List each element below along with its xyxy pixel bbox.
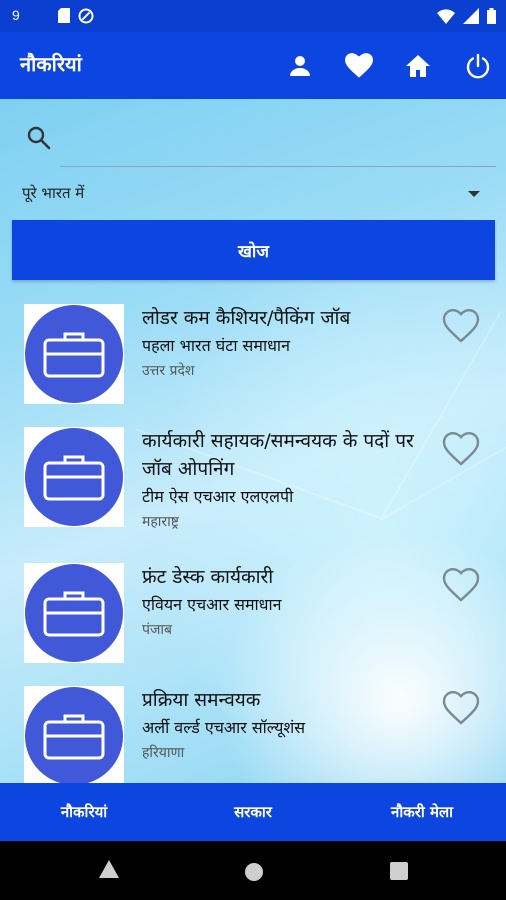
job-thumbnail: [24, 686, 124, 783]
job-location: हरियाणा: [142, 745, 185, 761]
briefcase-icon: [43, 455, 105, 501]
tab-jobs[interactable]: नौकरियां: [0, 783, 168, 841]
favorite-heart-icon[interactable]: [442, 567, 480, 603]
sd-card-icon: [58, 8, 70, 28]
search-button[interactable]: खोज: [12, 220, 495, 280]
app-title: नौकरियां: [20, 52, 82, 76]
home-button-icon[interactable]: [244, 862, 264, 886]
back-icon[interactable]: [98, 859, 120, 883]
system-nav-bar: [0, 841, 506, 900]
job-thumbnail: [24, 427, 124, 527]
search-icon: [26, 125, 52, 151]
favorite-heart-icon[interactable]: [442, 308, 480, 344]
job-company: एवियन एचआर समाधान: [142, 595, 282, 614]
job-list-item[interactable]: फ्रंट डेस्क कार्यकारी एवियन एचआर समाधान …: [24, 563, 494, 673]
job-list-item[interactable]: प्रक्रिया समन्वयक अर्ली वर्ल्ड एचआर सॉल्…: [24, 686, 494, 783]
tab-government[interactable]: सरकार: [168, 783, 338, 841]
bottom-nav: नौकरियां सरकार नौकरी मेला: [0, 783, 506, 841]
app-bar: नौकरियां: [0, 32, 506, 99]
job-list-item[interactable]: लोडर कम कैशियर/पैकिंग जॉब पहला भारत घंटा…: [24, 304, 494, 414]
cellular-icon: [463, 8, 479, 28]
briefcase-icon: [43, 714, 105, 760]
job-title: लोडर कम कैशियर/पैकिंग जॉब: [142, 307, 351, 329]
job-title: प्रक्रिया समन्वयक: [142, 689, 261, 711]
favorite-heart-icon[interactable]: [442, 690, 480, 726]
wifi-icon: [437, 8, 455, 28]
location-selected-value: पूरे भारत में: [22, 184, 85, 202]
main-content: पूरे भारत में खोज लोडर कम कैशियर/पैकिंग …: [0, 99, 506, 783]
job-location: पंजाब: [142, 622, 172, 638]
home-icon[interactable]: [404, 52, 432, 80]
job-company: पहला भारत घंटा समाधान: [142, 336, 290, 355]
job-company: टीम ऐस एचआर एलएलपी: [142, 487, 294, 506]
status-bar: 9: [0, 0, 506, 32]
battery-icon: [487, 8, 496, 28]
job-company: अर्ली वर्ल्ड एचआर सॉल्यूशंस: [142, 718, 306, 737]
briefcase-icon: [43, 332, 105, 378]
job-list-item[interactable]: कार्यकारी सहायक/समन्वयक के पदों पर जॉब ओ…: [24, 427, 494, 547]
favorites-heart-icon[interactable]: [345, 52, 373, 80]
job-location: उत्तर प्रदेश: [142, 363, 195, 379]
job-thumbnail: [24, 563, 124, 663]
job-title: कार्यकारी सहायक/समन्वयक के पदों पर जॉब ओ…: [142, 430, 414, 480]
job-thumbnail: [24, 304, 124, 404]
recents-icon[interactable]: [390, 862, 408, 884]
briefcase-icon: [43, 591, 105, 637]
dropdown-arrow-icon: [468, 191, 480, 197]
profile-icon[interactable]: [286, 52, 314, 80]
job-location: महाराष्ट्र: [142, 514, 179, 530]
location-dropdown[interactable]: पूरे भारत में: [22, 181, 480, 211]
favorite-heart-icon[interactable]: [442, 431, 480, 467]
search-input[interactable]: [60, 119, 496, 167]
job-title: फ्रंट डेस्क कार्यकारी: [142, 566, 274, 588]
power-icon[interactable]: [464, 52, 492, 80]
do-not-disturb-icon: [78, 8, 94, 28]
status-time: 9: [12, 7, 20, 23]
tab-job-fair[interactable]: नौकरी मेला: [338, 783, 506, 841]
